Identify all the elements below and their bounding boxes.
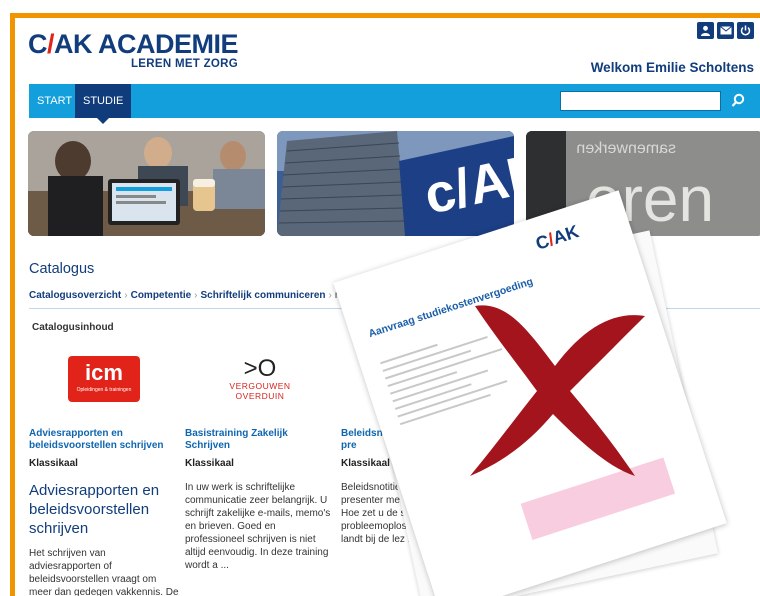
banner-meeting-photo [28,131,265,236]
breadcrumb: Catalogusoverzicht › Competentie › Schriftel… [29,290,364,301]
search-button[interactable] [730,92,746,110]
search-input[interactable] [560,91,721,111]
catalog-heading: Catalogus [29,261,95,277]
course-card: >O VERGOUWEN OVERDUIN Basistraining Zake… [185,344,335,572]
catalog-content-title: Catalogusinhoud [32,322,114,333]
course-type: Klassikaal [29,458,78,469]
nav-item-studie[interactable]: STUDIE [75,84,132,124]
banner-cak-building-photo: c/AK [277,131,514,236]
nav-item-start[interactable]: START [29,84,80,118]
course-description: Het schrijven van adviesrapporten of bel… [29,548,179,596]
mail-icon[interactable] [717,22,734,39]
course-description: In uw werk is schriftelijke communicatie… [185,482,331,571]
breadcrumb-separator: › [328,290,332,301]
form-logo: C/AK [533,221,582,254]
search-icon [731,93,745,107]
svg-text:samenwerken: samenwerken [576,140,676,157]
cak-academie-logo[interactable]: C/AK ACADEMIE LEREN MET ZORG [28,29,239,70]
breadcrumb-schriftelijk-communiceren[interactable]: Schriftelijk communiceren [201,290,326,301]
breadcrumb-separator: › [194,290,198,301]
course-title-link[interactable]: Adviesrapporten en beleidsvoorstellen sc… [29,428,179,452]
breadcrumb-competentie[interactable]: Competentie [131,290,192,301]
icm-logo-text: icm [85,360,123,385]
welcome-message: Welkom Emilie Scholtens [590,60,754,75]
course-title-link[interactable]: Basistraining Zakelijk Schrijven [185,428,335,452]
course-card: icm Opleidingen & trainingen Adviesrappo… [29,344,179,596]
vergouwen-logo-line2: OVERDUIN [235,391,285,401]
header-icons [697,22,754,39]
icm-logo-subtext: Opleidingen & trainingen [76,387,132,393]
course-type: Klassikaal [185,458,234,469]
breadcrumb-catalogusoverzicht[interactable]: Catalogusoverzicht [29,290,121,301]
course-detail-title: Adviesrapporten en beleidsvoorstellen sc… [29,482,160,537]
page: C/AK ACADEMIE LEREN MET ZORG Welkom Emil… [15,18,760,596]
vergouwen-logo-symbol: >O [243,355,277,382]
logo-wordmark: C/AK ACADEMIE [28,29,239,59]
main-nav: START STUDIE [29,84,760,124]
red-x-icon [470,305,645,476]
provider-logo-vergouwen-overduin[interactable]: >O VERGOUWEN OVERDUIN [185,344,335,414]
power-icon[interactable] [737,22,754,39]
user-icon[interactable] [697,22,714,39]
breadcrumb-separator: › [124,290,128,301]
vergouwen-logo-line1: VERGOUWEN [229,381,291,391]
logo-tagline: LEREN MET ZORG [130,58,239,70]
provider-logo-icm[interactable]: icm Opleidingen & trainingen [29,344,179,414]
